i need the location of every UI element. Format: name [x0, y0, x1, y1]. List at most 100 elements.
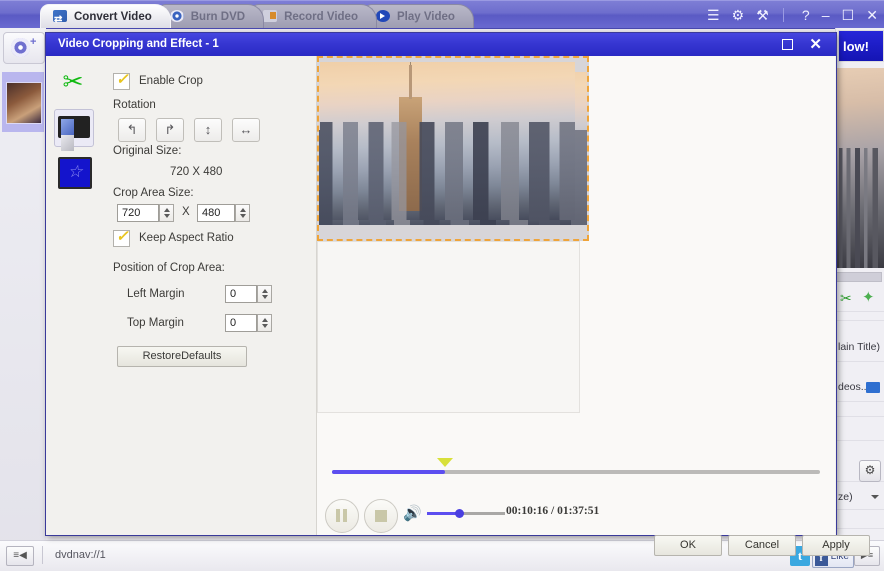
source-path-label: dvdnav://1 — [55, 549, 106, 561]
right-settings-panel: low! ✂ ✦ lain Title) deos... ⚙ ze) — [835, 28, 884, 571]
left-margin-stepper[interactable] — [257, 285, 272, 303]
seek-marker-icon[interactable] — [437, 458, 453, 467]
notes-icon[interactable]: ☰ — [707, 5, 720, 25]
pause-button[interactable] — [325, 499, 359, 533]
original-size-label: Original Size: — [113, 145, 181, 157]
rotate-left-button[interactable]: ↰ — [118, 118, 146, 142]
window-controls: ☰ ⚙ ⚒ ? – ☐ ✕ — [698, 5, 878, 25]
play-icon — [376, 10, 390, 22]
video-thumbnail[interactable] — [2, 72, 44, 132]
skyline-shape — [836, 148, 884, 268]
crop-tool-button[interactable]: ✂ — [54, 65, 92, 101]
rotate-right-button[interactable]: ↱ — [156, 118, 184, 142]
plus-icon: + — [30, 36, 36, 48]
crop-height-stepper[interactable] — [235, 204, 250, 222]
speaker-icon[interactable]: 🔊 — [403, 506, 423, 522]
keep-aspect-ratio-checkbox[interactable]: ✓ — [113, 230, 130, 247]
output-folder-row[interactable]: deos... — [836, 376, 884, 402]
tab-record-video[interactable]: Record Video — [250, 4, 377, 28]
tab-label: Convert Video — [74, 11, 152, 23]
flip-horizontal-button[interactable]: ↔ — [232, 118, 260, 142]
special-effect-tool-button[interactable]: ☆ — [54, 153, 92, 189]
cancel-button[interactable]: Cancel — [728, 535, 796, 556]
enable-crop-checkbox[interactable]: ✓ — [113, 73, 130, 90]
volume-slider[interactable] — [427, 512, 505, 515]
camcorder-icon — [263, 10, 277, 22]
dialog-tool-rail: ✂ ☆ — [46, 56, 101, 535]
seek-slider[interactable] — [332, 470, 820, 474]
rotation-label: Rotation — [113, 99, 156, 111]
divider — [836, 528, 884, 529]
restore-defaults-button[interactable]: RestoreDefaults — [117, 346, 247, 367]
original-size-value: 720 X 480 — [170, 166, 222, 178]
time-display: 00:10:16 / 01:37:51 — [506, 505, 599, 517]
divider — [783, 8, 784, 22]
folder-icon[interactable] — [866, 382, 880, 393]
divider — [836, 440, 884, 441]
crop-controls-panel: ✓ Enable Crop Rotation ↰ ↱ ↕ ↔ Original … — [101, 56, 317, 535]
crop-height-input[interactable]: 480 — [197, 204, 235, 222]
video-cropping-dialog: Video Cropping and Effect - 1 ✕ ✂ ☆ ✓ En… — [45, 32, 837, 536]
size-separator: X — [182, 206, 190, 218]
size-label: ze) — [838, 491, 853, 503]
disc-icon — [170, 10, 184, 22]
stop-icon — [375, 510, 387, 522]
keep-aspect-ratio-label: Keep Aspect Ratio — [139, 232, 234, 244]
convert-now-button[interactable]: low! — [838, 30, 884, 62]
disc-icon — [11, 38, 30, 57]
main-tab-strip: Convert Video Burn DVD Record Video Play… — [40, 4, 460, 28]
effect-tool-button[interactable] — [54, 109, 94, 147]
panel-toggle-left-button[interactable]: ≡◀ — [6, 546, 34, 566]
top-margin-input[interactable]: 0 — [225, 314, 257, 332]
maximize-button[interactable]: ☐ — [842, 5, 855, 25]
filmstrip-icon — [58, 116, 90, 138]
horizontal-scrollbar[interactable] — [836, 272, 882, 282]
minimize-button[interactable]: – — [822, 5, 830, 25]
chevron-down-icon — [871, 495, 879, 499]
volume-knob[interactable] — [455, 509, 464, 518]
scissors-icon[interactable]: ✂ — [840, 290, 858, 306]
left-margin-label: Left Margin — [127, 288, 185, 300]
apply-button[interactable]: Apply — [802, 535, 870, 556]
flip-vertical-button[interactable]: ↕ — [194, 118, 222, 142]
divider — [836, 320, 884, 321]
tab-label: Record Video — [284, 11, 358, 23]
wrench-icon[interactable]: ⚒ — [756, 5, 769, 25]
result-preview[interactable] — [317, 241, 580, 413]
tab-label: Burn DVD — [191, 11, 245, 23]
dialog-title: Video Cropping and Effect - 1 — [58, 38, 219, 50]
magic-wand-icon[interactable]: ✦ — [862, 289, 880, 307]
help-button[interactable]: ? — [802, 5, 810, 25]
tab-label: Play Video — [397, 11, 455, 23]
size-select[interactable]: ze) — [836, 486, 884, 510]
app-title-bar: Convert Video Burn DVD Record Video Play… — [0, 0, 884, 29]
folder-label: deos... — [838, 381, 870, 393]
close-button[interactable]: ✕ — [866, 5, 878, 25]
tab-burn-dvd[interactable]: Burn DVD — [157, 4, 264, 28]
profile-settings-button[interactable]: ⚙ — [859, 460, 881, 482]
scissors-icon: ✂ — [59, 68, 87, 96]
ok-button[interactable]: OK — [654, 535, 722, 556]
main-title-row[interactable]: lain Title) — [836, 336, 884, 362]
left-rail: + — [0, 28, 46, 571]
edit-tools-row: ✂ ✦ — [836, 286, 884, 312]
dialog-maximize-button[interactable] — [780, 37, 794, 51]
tab-convert-video[interactable]: Convert Video — [40, 4, 171, 28]
convert-icon — [53, 10, 67, 22]
gear-icon[interactable]: ⚙ — [732, 5, 745, 25]
add-file-button[interactable]: + — [3, 32, 45, 64]
dialog-title-bar: Video Cropping and Effect - 1 ✕ — [46, 33, 836, 56]
tab-play-video[interactable]: Play Video — [363, 4, 474, 28]
result-preview-image — [320, 62, 575, 220]
stop-button[interactable] — [364, 499, 398, 533]
crop-width-input[interactable]: 720 — [117, 204, 159, 222]
crop-width-stepper[interactable] — [159, 204, 174, 222]
dialog-close-button[interactable]: ✕ — [809, 35, 822, 54]
left-margin-input[interactable]: 0 — [225, 285, 257, 303]
thumbnail-image — [6, 82, 42, 124]
enable-crop-label: Enable Crop — [139, 75, 203, 87]
star-effect-icon: ☆ — [58, 157, 92, 189]
top-margin-stepper[interactable] — [257, 314, 272, 332]
divider — [42, 546, 43, 564]
position-of-crop-label: Position of Crop Area: — [113, 262, 225, 274]
